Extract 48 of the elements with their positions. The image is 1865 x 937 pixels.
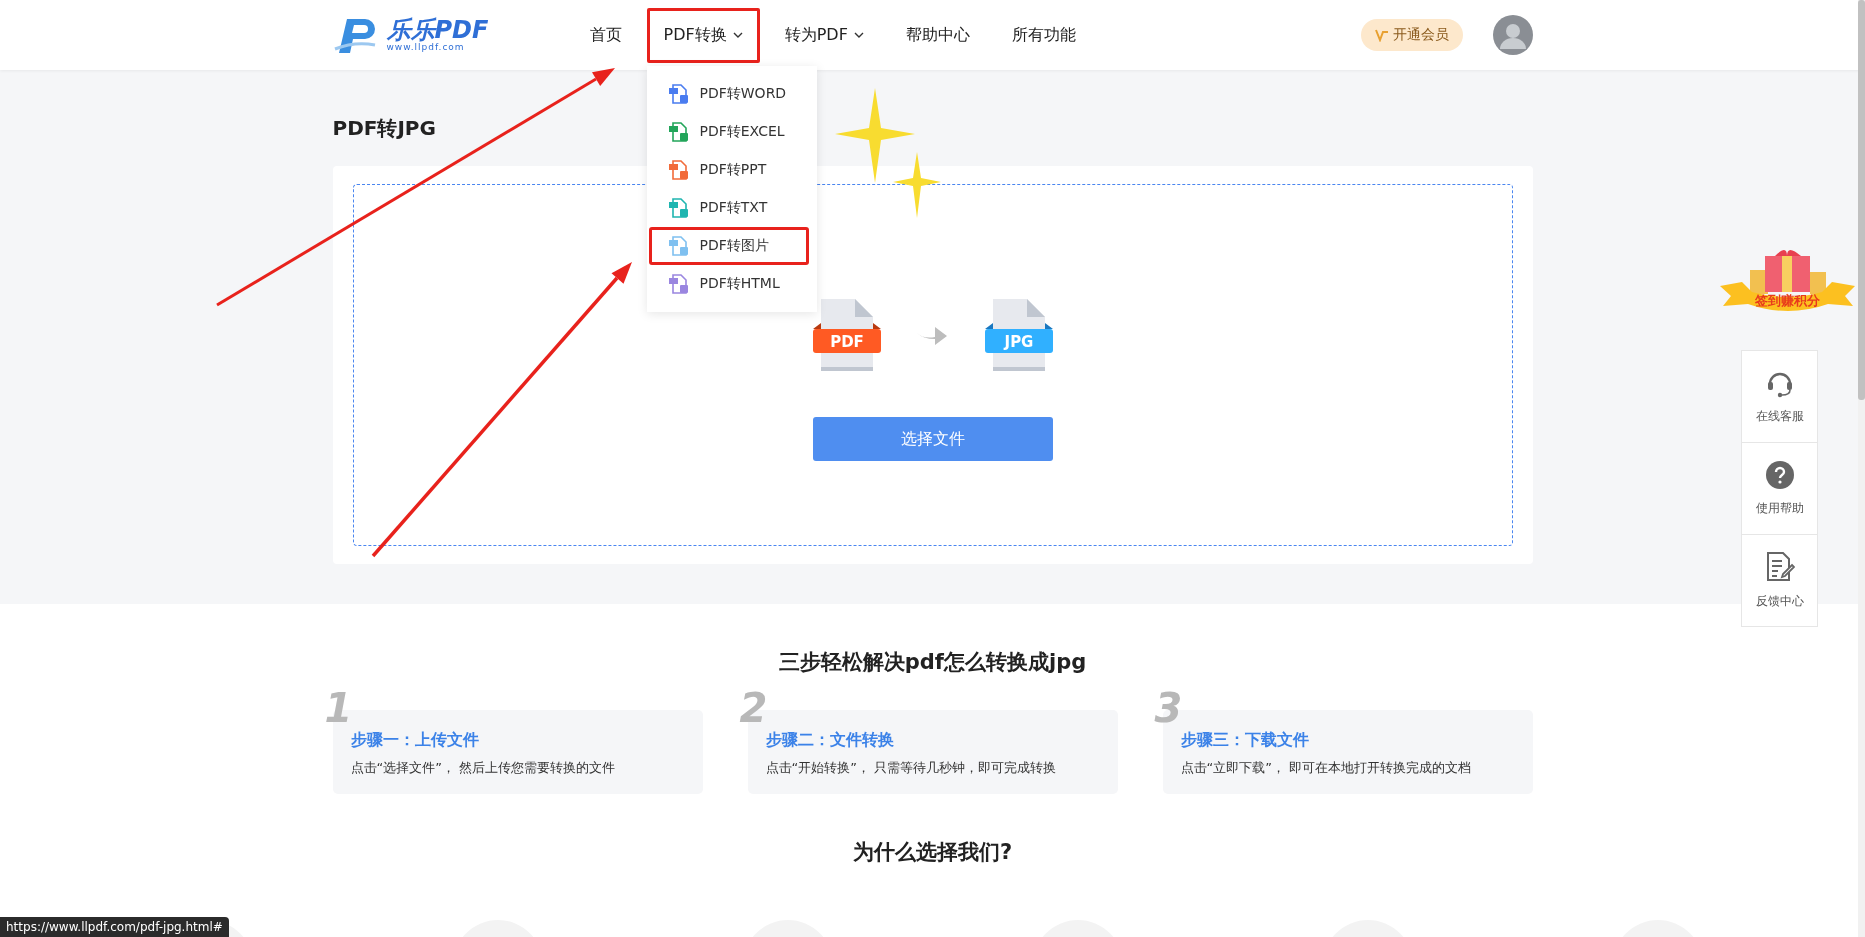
step-title: 步骤三：下载文件: [1180, 730, 1310, 751]
menu-item[interactable]: PDF转HTML: [648, 264, 809, 303]
side-tool[interactable]: 在线客服: [1742, 351, 1817, 443]
nav-label: 所有功能: [1011, 24, 1076, 46]
document-edit-icon: [1764, 551, 1795, 583]
side-tool[interactable]: 反馈中心: [1742, 535, 1817, 626]
menu-item[interactable]: PDF转图片: [648, 226, 809, 265]
step-text: 点击“立即下载”， 即可在本地打开转换完成的文档: [1180, 759, 1473, 777]
side-tool-label: 使用帮助: [1755, 500, 1804, 517]
menu-label: PDF转EXCEL: [699, 122, 785, 141]
side-tool-label: 反馈中心: [1755, 593, 1804, 610]
scrollbar[interactable]: [1858, 0, 1865, 937]
menu-label: PDF转PPT: [699, 160, 767, 179]
step-number: 2: [739, 688, 768, 728]
menu-item[interactable]: PDF转TXT: [648, 188, 809, 227]
logo-url: www.llpdf.com: [386, 42, 466, 52]
menu-item[interactable]: PDF转EXCEL: [648, 112, 809, 151]
nav-item[interactable]: 帮助中心: [888, 7, 987, 63]
menu-label: PDF转HTML: [699, 274, 780, 293]
avatar[interactable]: [1492, 15, 1533, 55]
nav-item[interactable]: 所有功能: [994, 7, 1093, 63]
side-tool[interactable]: 使用帮助: [1742, 443, 1817, 535]
step-text: 点击“开始转换”， 只需等待几秒钟，即可完成转换: [765, 759, 1058, 777]
step-number: 3: [1154, 688, 1183, 728]
section-title: 三步轻松解决pdf怎么转换成jpg: [778, 649, 1087, 676]
step-text: 点击“选择文件”， 然后上传您需要转换的文件: [350, 759, 617, 777]
menu-label: PDF转图片: [699, 236, 769, 255]
logo-name: 乐乐PDF: [386, 18, 489, 42]
gift-label: 签到赚积分: [1754, 292, 1821, 310]
nav-label: 转为PDF: [784, 24, 848, 46]
step-title: 步骤二：文件转换: [765, 730, 895, 751]
nav-item[interactable]: 首页: [572, 7, 639, 63]
nav-item[interactable]: PDF转换: [646, 7, 760, 63]
help-icon: [1764, 460, 1795, 490]
section-title: 为什么选择我们?: [852, 839, 1013, 866]
vip-icon: [1374, 28, 1389, 42]
side-tool-label: 在线客服: [1755, 408, 1804, 425]
vip-button[interactable]: 开通会员: [1360, 19, 1463, 51]
nav-label: 帮助中心: [905, 24, 970, 46]
nav-item[interactable]: 转为PDF: [767, 7, 881, 63]
page-title: PDF转JPG: [332, 115, 436, 142]
step-number: 1: [324, 688, 353, 728]
step-title: 步骤一：上传文件: [350, 730, 480, 751]
menu-label: PDF转TXT: [699, 198, 768, 217]
menu-label: PDF转WORD: [699, 84, 787, 103]
nav-label: 首页: [589, 24, 622, 46]
nav-label: PDF转换: [663, 24, 727, 46]
menu-item[interactable]: PDF转WORD: [648, 74, 809, 113]
